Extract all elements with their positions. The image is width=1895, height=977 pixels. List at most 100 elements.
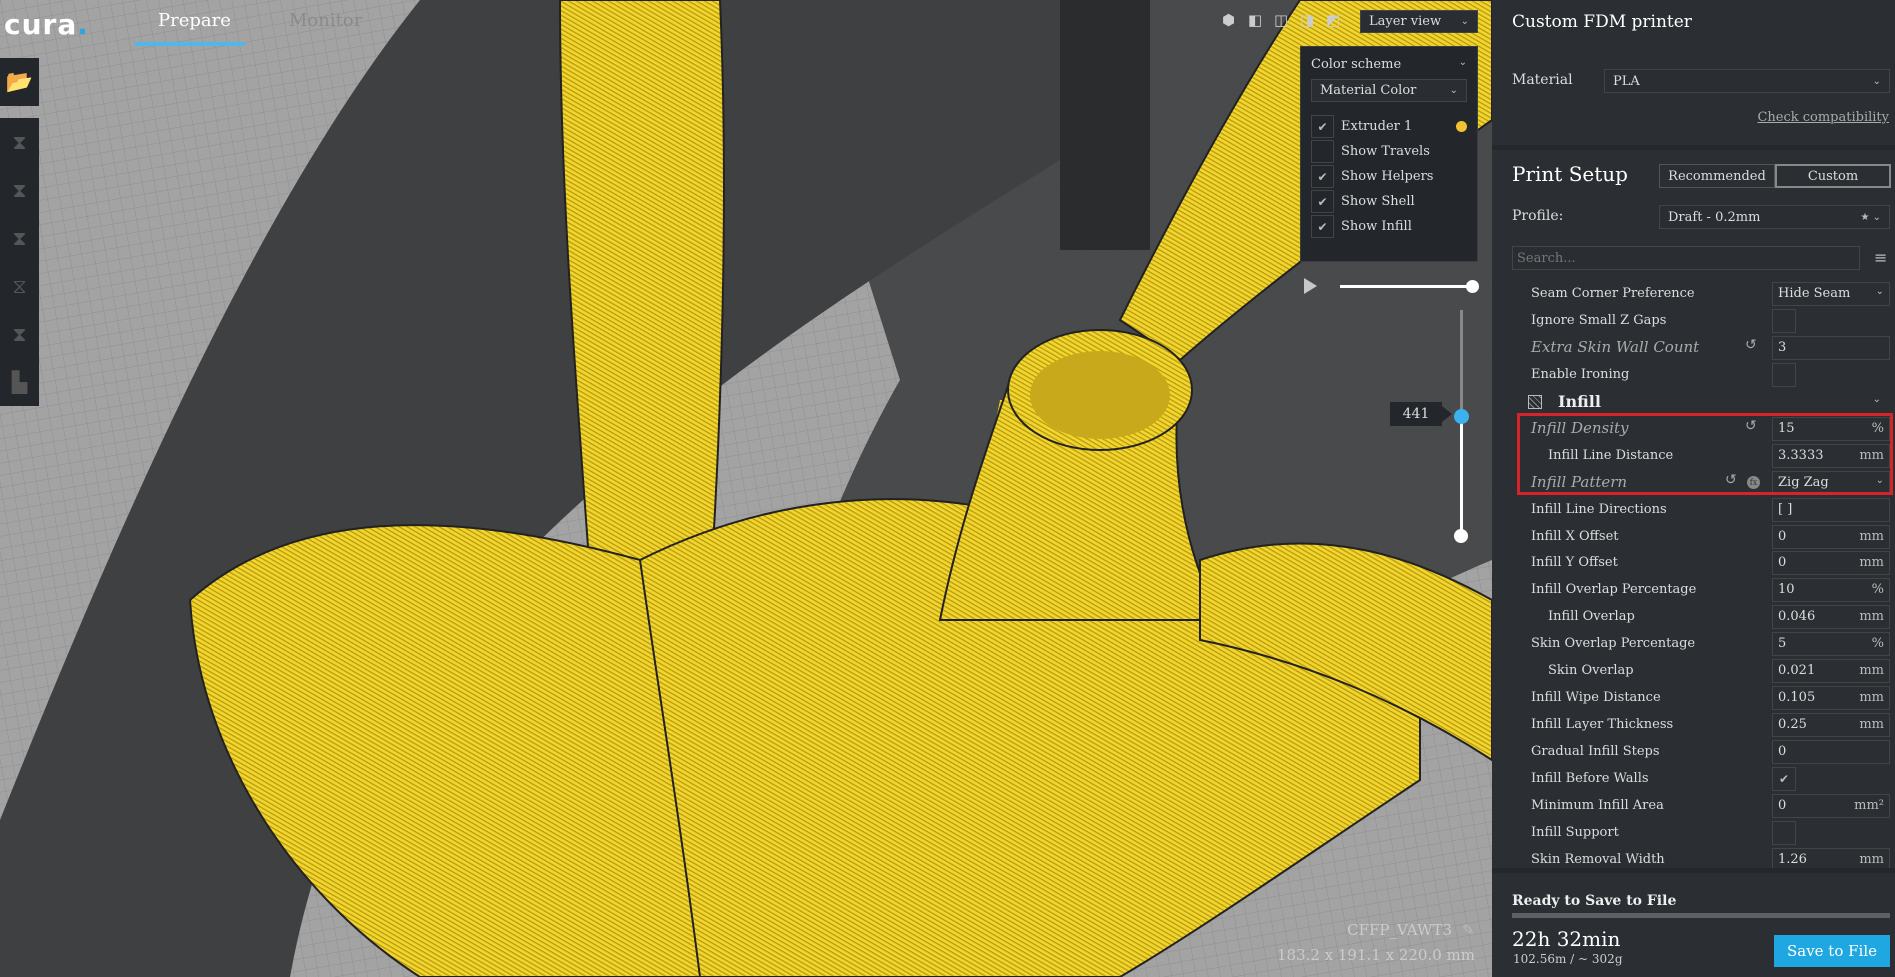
setting-input[interactable]: 5% [1772,632,1890,657]
tab-prepare[interactable]: Prepare [158,10,231,31]
support-blocker-button[interactable]: ▙ [0,358,39,406]
setting-input[interactable]: 1.26 mm [1772,847,1890,868]
layer-slider-lower-handle[interactable] [1454,529,1468,543]
view-mode-dropdown[interactable]: Layer view ⌄ [1360,10,1478,33]
divider [1492,145,1895,150]
setting-label: Gradual Infill Steps [1531,744,1660,760]
printer-name[interactable]: Custom FDM printer [1512,12,1692,32]
scale-icon: ⧗ [12,178,27,202]
setting-input[interactable]: 0 mm² [1772,794,1890,819]
color-scheme-dropdown[interactable]: Material Color ⌄ [1311,79,1467,102]
setting-value: 3 [1778,339,1787,355]
setting-dropdown[interactable]: Hide Seam ⌄ [1772,282,1890,306]
setting-checkbox[interactable]: ✔ [1772,767,1796,792]
menu-icon[interactable]: ≡ [1874,248,1887,267]
checkbox[interactable]: ✔ [1311,215,1334,238]
settings-list[interactable]: Seam Corner Preference Hide Seam ⌄ Ignore S… [1492,280,1895,868]
reset-icon[interactable]: ↺ [1745,418,1757,434]
profile-label: Profile: [1512,208,1564,224]
option-label: Show Shell [1341,194,1415,209]
color-scheme-header[interactable]: Color scheme ⌄ [1311,57,1467,75]
setting-input[interactable]: 0 mm [1772,551,1890,576]
setting-infill-wipe-distance: Infill Wipe Distance 0.105 mm [1492,684,1895,711]
setting-input[interactable]: 0 [1772,740,1890,765]
setting-seam-corner-preference: Seam Corner Preference Hide Seam ⌄ [1492,280,1895,307]
view-mode-value: Layer view [1369,14,1442,29]
star-chevron-icon: ★ ⌄ [1860,211,1881,223]
profile-dropdown[interactable]: Draft - 0.2mm ★ ⌄ [1659,205,1890,229]
setting-input[interactable]: 0.021 mm [1772,659,1890,684]
layer-option-show-infill[interactable]: ✔ Show Infill [1311,214,1467,239]
setting-input[interactable]: 0.25 mm [1772,713,1890,738]
view-right-icon[interactable]: ◩ [1326,12,1342,28]
setting-checkbox[interactable] [1772,820,1796,845]
layer-option-show-travels[interactable]: Show Travels [1311,139,1467,164]
scale-tool-button[interactable]: ⧗ [0,166,39,214]
layer-slider[interactable] [1454,310,1469,543]
layer-slider-upper-handle[interactable] [1454,409,1469,424]
setting-value: [ ] [1778,501,1793,517]
progress-bar [1512,913,1890,918]
per-model-settings-button[interactable]: ⧗ [0,310,39,358]
setting-input[interactable]: 3 [1772,335,1890,360]
chevron-down-icon: ⌄ [1872,393,1881,405]
move-tool-button[interactable]: ⧗ [0,118,39,166]
custom-mode-button[interactable]: Custom [1775,164,1891,188]
setting-checkbox[interactable] [1772,308,1796,333]
checkbox[interactable]: ✔ [1311,190,1334,213]
layer-number-label[interactable]: 441 [1390,402,1452,426]
active-tab-indicator [135,42,245,46]
color-scheme-panel: Color scheme ⌄ Material Color ⌄ ✔ Extruder … [1300,46,1478,262]
play-simulation-button[interactable] [1304,278,1317,294]
reset-icon[interactable]: ↺ [1725,472,1737,488]
reset-icon[interactable]: ↺ [1745,337,1757,353]
mirror-tool-button[interactable]: ⧖ [0,262,39,310]
path-slider-handle[interactable] [1466,280,1479,293]
setting-label: Seam Corner Preference [1531,286,1695,301]
path-slider[interactable] [1340,280,1479,293]
checkbox[interactable]: ✔ [1311,115,1334,138]
setting-input[interactable]: 10% [1772,578,1890,603]
check-compatibility-link[interactable]: Check compatibility [1757,110,1889,125]
setting-unit: mm [1859,555,1884,571]
setting-input[interactable]: 3.3333 mm [1772,443,1890,468]
layer-option-show-shell[interactable]: ✔ Show Shell [1311,189,1467,214]
setting-input[interactable]: 15% [1772,416,1890,441]
setting-input[interactable]: [ ] [1772,497,1890,522]
tab-monitor[interactable]: Monitor [289,10,362,31]
layer-option-extruder-1[interactable]: ✔ Extruder 1 [1311,114,1467,139]
setting-label: Infill Line Directions [1531,501,1667,517]
pencil-icon[interactable]: ✎ [1462,921,1475,939]
setting-label: Skin Overlap Percentage [1531,636,1696,652]
setting-unit: % [1871,420,1884,436]
setting-value: 10 [1778,582,1795,598]
setting-checkbox[interactable] [1772,362,1796,387]
save-to-file-button[interactable]: Save to File [1774,935,1890,967]
setting-input[interactable]: 0 mm [1772,524,1890,549]
settings-search-input[interactable] [1512,246,1860,270]
view-top-icon[interactable]: ◫ [1274,12,1290,28]
checkbox[interactable]: ✔ [1311,165,1334,188]
layer-option-show-helpers[interactable]: ✔ Show Helpers [1311,164,1467,189]
setting-input[interactable]: 0.105 mm [1772,686,1890,711]
object-dimensions: 183.2 x 191.1 x 220.0 mm [1276,946,1475,964]
material-dropdown[interactable]: PLA ⌄ [1604,69,1890,93]
setting-dropdown[interactable]: Zig Zag ⌄ [1772,470,1890,495]
chevron-down-icon: ⌄ [1458,57,1467,68]
view-front-icon[interactable]: ◧ [1248,12,1264,28]
recommended-mode-button[interactable]: Recommended [1659,164,1775,188]
setting-infill-density: Infill Density ↺ 15% [1492,415,1895,442]
rotate-tool-button[interactable]: ⧗ [0,214,39,262]
3d-viewport[interactable]: cura. Prepare Monitor 📂 ⧗ ⧗ ⧗ ⧖ ⧗ ▙ ⬢ ◧ … [0,0,1492,977]
setting-infill-pattern: Infill Pattern ↺ fx Zig Zag ⌄ [1492,469,1895,496]
infill-category-icon [1528,394,1542,409]
mirror-icon: ⧖ [12,274,27,298]
category-infill[interactable]: Infill ⌄ [1492,388,1895,415]
setting-input[interactable]: 0.046 mm [1772,605,1890,630]
open-file-button[interactable]: 📂 [0,58,39,106]
view-left-icon[interactable]: ◨ [1300,12,1316,28]
setting-skin-overlap-percentage: Skin Overlap Percentage 5% [1492,630,1895,657]
view-3d-icon[interactable]: ⬢ [1222,12,1238,28]
checkbox[interactable] [1311,140,1334,163]
setting-label: Enable Ironing [1531,366,1630,382]
